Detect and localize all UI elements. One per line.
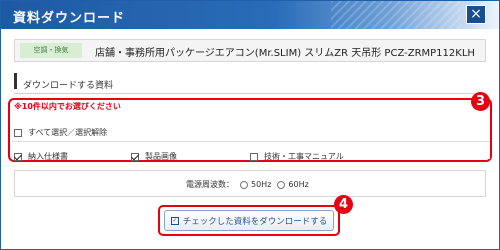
checkbox-item-spec[interactable]: 納入仕様書 [14, 151, 68, 162]
category-badge: 空調・換気 [20, 43, 82, 58]
step-marker-4: 4 [334, 195, 353, 214]
checkbox-unchecked-icon [14, 128, 22, 137]
dialog-titlebar: 資料ダウンロード [1, 1, 499, 29]
download-button[interactable]: ✓ チェックした資料をダウンロードする [164, 210, 334, 231]
step-marker-3: 3 [471, 92, 490, 111]
checkbox-checked-icon [14, 152, 22, 161]
checkbox-label: 納入仕様書 [28, 152, 68, 161]
radio-60hz-label: 60Hz [288, 180, 309, 189]
close-icon: × [470, 6, 482, 22]
download-button-label: チェックした資料をダウンロードする [182, 216, 328, 227]
frequency-selector: 電源周波数： 50Hz 60Hz [186, 179, 309, 190]
titlebar-decoration [331, 1, 461, 29]
checkbox-unchecked-icon [250, 152, 258, 161]
radio-50hz-label: 50Hz [251, 180, 272, 189]
checkbox-checked-icon [131, 152, 139, 161]
select-all-checkbox[interactable]: すべて選択／選択解除 [14, 127, 107, 138]
checkbox-item-image[interactable]: 製品画像 [131, 151, 177, 162]
check-square-icon: ✓ [170, 216, 179, 225]
selection-divider [12, 141, 490, 142]
section-divider [14, 93, 486, 94]
product-name: 店舗・事務所用パッケージエアコン(Mr.SLIM) スリムZR 天吊形 PCZ-… [95, 48, 475, 59]
selection-limit-note: ※10件以内でお選びください [14, 102, 121, 111]
section-heading-label: ダウンロードする資料 [23, 81, 114, 91]
product-info: 空調・換気 店舗・事務所用パッケージエアコン(Mr.SLIM) スリムZR 天吊… [14, 39, 486, 62]
dialog-title: 資料ダウンロード [13, 11, 126, 26]
radio-50hz[interactable] [240, 180, 248, 189]
frequency-label: 電源周波数： [186, 180, 234, 189]
radio-60hz[interactable] [277, 180, 286, 189]
checkbox-item-manual[interactable]: 技術・工事マニュアル [250, 151, 344, 162]
checkbox-label: 製品画像 [145, 152, 177, 161]
close-button[interactable]: × [466, 5, 486, 24]
checkbox-label: 技術・工事マニュアル [264, 152, 344, 161]
select-all-label: すべて選択／選択解除 [28, 128, 108, 137]
section-heading: ダウンロードする資料 [14, 73, 114, 91]
